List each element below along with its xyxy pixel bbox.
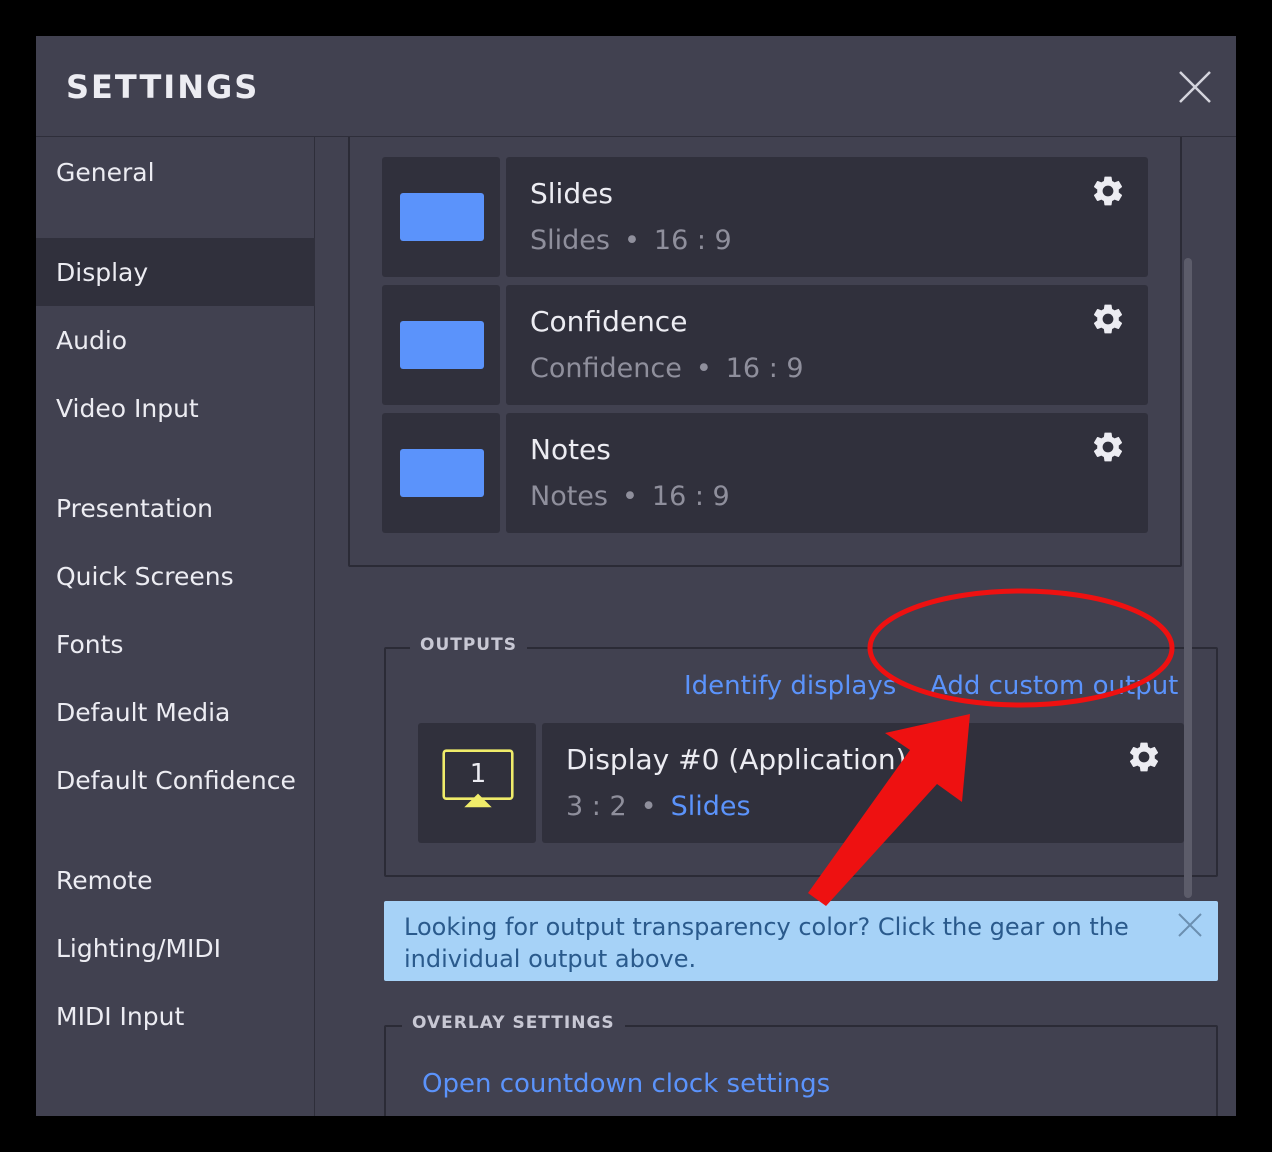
screen-thumbnail-icon bbox=[400, 321, 484, 369]
screen-thumbnail-icon bbox=[400, 449, 484, 497]
sidebar-item-general[interactable]: General bbox=[36, 138, 315, 206]
screen-card[interactable]: Notes Notes • 16 : 9 bbox=[506, 413, 1148, 533]
screen-ratio: 16 : 9 bbox=[651, 481, 730, 512]
display-settings-content: Slides Slides • 16 : 9 Confidence Confiden… bbox=[316, 137, 1236, 1116]
screen-row-notes: Notes Notes • 16 : 9 bbox=[382, 413, 1148, 533]
output-row-display-0: 1 Display #0 (Application) 3 : 2 • Slides bbox=[418, 723, 1184, 843]
sidebar-item-audio[interactable]: Audio bbox=[36, 306, 315, 374]
gear-icon[interactable] bbox=[1090, 429, 1126, 465]
separator-dot: • bbox=[695, 353, 712, 384]
screen-type: Confidence bbox=[530, 353, 682, 384]
output-meta: 3 : 2 • Slides bbox=[566, 791, 751, 822]
settings-window: SETTINGS General Display Audio Video Inp… bbox=[36, 36, 1236, 1116]
screen-type: Slides bbox=[530, 225, 610, 256]
output-screen-link[interactable]: Slides bbox=[671, 791, 751, 822]
screen-meta: Notes • 16 : 9 bbox=[530, 481, 730, 512]
add-custom-output-link[interactable]: Add custom output bbox=[930, 671, 1178, 701]
identify-displays-link[interactable]: Identify displays bbox=[684, 671, 896, 701]
gear-icon[interactable] bbox=[1090, 173, 1126, 209]
settings-sidebar: General Display Audio Video Input Presen… bbox=[36, 137, 315, 1116]
close-icon[interactable] bbox=[1176, 911, 1204, 939]
screen-thumbnail bbox=[382, 285, 500, 405]
settings-title: SETTINGS bbox=[66, 68, 260, 106]
screen-row-slides: Slides Slides • 16 : 9 bbox=[382, 157, 1148, 277]
screen-meta: Slides • 16 : 9 bbox=[530, 225, 732, 256]
sidebar-item-presentation[interactable]: Presentation bbox=[36, 474, 315, 542]
transparency-notice: Looking for output transparency color? C… bbox=[384, 901, 1218, 981]
screen-thumbnail bbox=[382, 157, 500, 277]
sidebar-item-default-confidence[interactable]: Default Confidence bbox=[36, 746, 315, 814]
gear-icon[interactable] bbox=[1090, 301, 1126, 337]
sidebar-item-video-input[interactable]: Video Input bbox=[36, 374, 315, 442]
sidebar-item-fonts[interactable]: Fonts bbox=[36, 610, 315, 678]
notice-text: Looking for output transparency color? C… bbox=[404, 913, 1129, 973]
separator-dot: • bbox=[623, 225, 640, 256]
close-icon[interactable] bbox=[1177, 69, 1213, 105]
screen-card[interactable]: Confidence Confidence • 16 : 9 bbox=[506, 285, 1148, 405]
content-scrollbar[interactable] bbox=[1184, 258, 1192, 898]
output-card[interactable]: Display #0 (Application) 3 : 2 • Slides bbox=[542, 723, 1184, 843]
screen-card[interactable]: Slides Slides • 16 : 9 bbox=[506, 157, 1148, 277]
screen-meta: Confidence • 16 : 9 bbox=[530, 353, 804, 384]
output-thumbnail: 1 bbox=[418, 723, 536, 843]
screen-name: Slides bbox=[530, 177, 613, 210]
output-ratio: 3 : 2 bbox=[566, 791, 627, 822]
screen-ratio: 16 : 9 bbox=[725, 353, 804, 384]
sidebar-item-lighting-midi[interactable]: Lighting/MIDI bbox=[36, 914, 315, 982]
screen-thumbnail-icon bbox=[400, 193, 484, 241]
screen-ratio: 16 : 9 bbox=[653, 225, 732, 256]
sidebar-item-midi-input[interactable]: MIDI Input bbox=[36, 982, 315, 1050]
output-name: Display #0 (Application) bbox=[566, 743, 907, 776]
sidebar-item-display[interactable]: Display bbox=[36, 238, 315, 306]
screen-thumbnail bbox=[382, 413, 500, 533]
sidebar-item-quick-screens[interactable]: Quick Screens bbox=[36, 542, 315, 610]
display-number: 1 bbox=[469, 759, 487, 789]
gear-icon[interactable] bbox=[1126, 739, 1162, 775]
screen-name: Confidence bbox=[530, 305, 688, 338]
screen-name: Notes bbox=[530, 433, 611, 466]
screen-row-confidence: Confidence Confidence • 16 : 9 bbox=[382, 285, 1148, 405]
overlay-settings-label: OVERLAY SETTINGS bbox=[402, 1013, 625, 1033]
sidebar-item-default-media[interactable]: Default Media bbox=[36, 678, 315, 746]
settings-header: SETTINGS bbox=[36, 36, 1236, 137]
sidebar-item-remote[interactable]: Remote bbox=[36, 846, 315, 914]
outputs-label: OUTPUTS bbox=[410, 635, 527, 655]
separator-dot: • bbox=[621, 481, 638, 512]
open-countdown-clock-settings-link[interactable]: Open countdown clock settings bbox=[422, 1069, 830, 1099]
separator-dot: • bbox=[640, 791, 657, 822]
screen-type: Notes bbox=[530, 481, 608, 512]
